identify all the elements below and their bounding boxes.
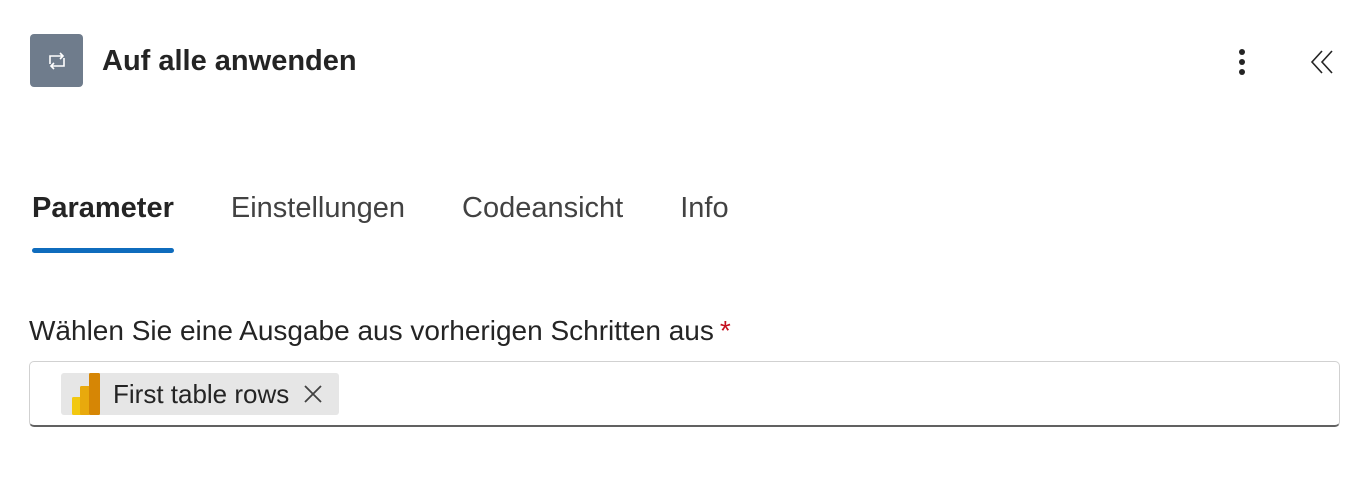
panel-title: Auf alle anwenden [102,45,357,77]
loop-icon [30,34,83,87]
output-token[interactable]: First table rows [61,373,340,415]
tab-einstellungen[interactable]: Einstellungen [231,186,405,256]
tab-label: Einstellungen [230,192,406,224]
power-bi-icon [61,373,113,415]
output-token-input[interactable]: First table rows [29,361,1340,427]
active-tab-indicator [32,248,174,253]
token-label: First table rows [113,379,290,409]
tab-codeansicht[interactable]: Codeansicht [462,186,623,256]
more-vertical-icon [1239,49,1245,75]
token-remove-button[interactable] [301,382,325,406]
collapse-panel-button[interactable] [1302,42,1342,82]
tab-label: Parameter [32,192,174,224]
action-details-panel: Auf alle anwenden Parameter Einstellunge… [0,0,1366,492]
tab-parameter[interactable]: Parameter [32,186,174,256]
tab-label: Codeansicht [462,192,624,224]
tab-info[interactable]: Info [680,186,728,256]
more-options-button[interactable] [1222,42,1262,82]
chevron-double-left-icon [1310,50,1333,74]
required-marker: * [719,315,731,346]
close-icon [304,385,322,403]
tab-list: Parameter Einstellungen Codeansicht Info [32,186,786,256]
output-field-label-text: Wählen Sie eine Ausgabe aus vorherigen S… [29,315,714,346]
tab-label: Info [680,192,729,224]
output-field-label: Wählen Sie eine Ausgabe aus vorherigen S… [29,311,731,351]
panel-header: Auf alle anwenden [30,34,1342,88]
